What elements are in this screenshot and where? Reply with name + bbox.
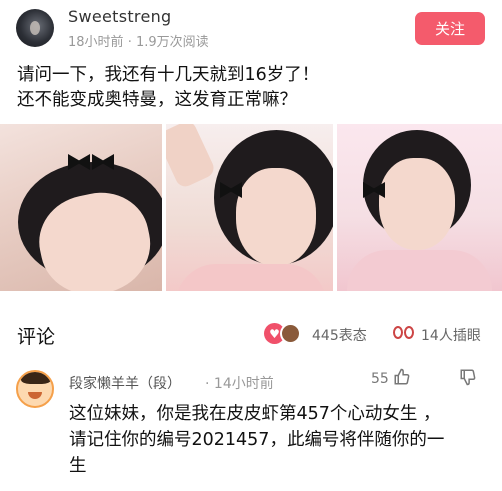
commenter-avatar[interactable] [16,370,54,408]
post-time: 18小时前 [68,35,124,50]
post-text: 请问一下，我还有十几天就到16岁了！ 还不能变成奥特曼，这发育正常嘛？ [17,63,487,113]
follow-button[interactable]: 关注 [415,12,485,45]
comment-time: · 14小时前 [205,376,274,392]
post-text-line: 请问一下，我还有十几天就到16岁了！ [17,65,320,85]
reactions-icons[interactable]: ♥ [264,323,304,345]
emoji-reaction-icon [280,323,301,344]
comment-text: 这位妹妹，你是我在皮皮虾第457个心动女生 ， 请记住你的编号2021457，此… [69,401,489,479]
post-meta: 18小时前 · 1.9万次阅读 [68,31,209,50]
thumbs-up-icon[interactable] [393,368,411,391]
commenter-name[interactable]: 段家懒羊羊（段） [69,373,181,393]
thumbs-down-icon[interactable] [459,368,477,391]
eyes-icon[interactable] [393,326,415,340]
comment-text-line: 请记住你的编号2021457，此编号将伴随你的一 [69,430,445,450]
comment-text-line: 生 [69,456,87,476]
comments-header: 评论 ♥ 445表态 14人插眼 [0,310,502,354]
post-text-line: 还不能变成奥特曼，这发育正常嘛？ [17,90,297,110]
author-name[interactable]: Sweetstreng [68,7,171,26]
comments-title: 评论 [17,326,56,348]
comment-text-line: 这位妹妹，你是我在皮皮虾第457个心动女生 ， [69,404,441,424]
author-avatar[interactable] [16,9,54,47]
post-photo-2[interactable] [166,124,333,291]
post-header: Sweetstreng 18小时前 · 1.9万次阅读 关注 [0,0,502,58]
post-photo-1[interactable] [0,124,162,291]
reactions-count[interactable]: 445表态 [312,325,367,345]
comment-item: 段家懒羊羊（段） · 14小时前 55 这位妹妹，你是我在皮皮虾第457个心动女… [0,362,502,491]
post-photo-3[interactable] [337,124,502,291]
post-views: 1.9万次阅读 [135,35,209,50]
comment-likes-count: 55 [371,371,389,387]
photo-grid [0,124,502,291]
meta-separator: · [127,35,136,50]
insert-count[interactable]: 14人插眼 [421,325,481,345]
